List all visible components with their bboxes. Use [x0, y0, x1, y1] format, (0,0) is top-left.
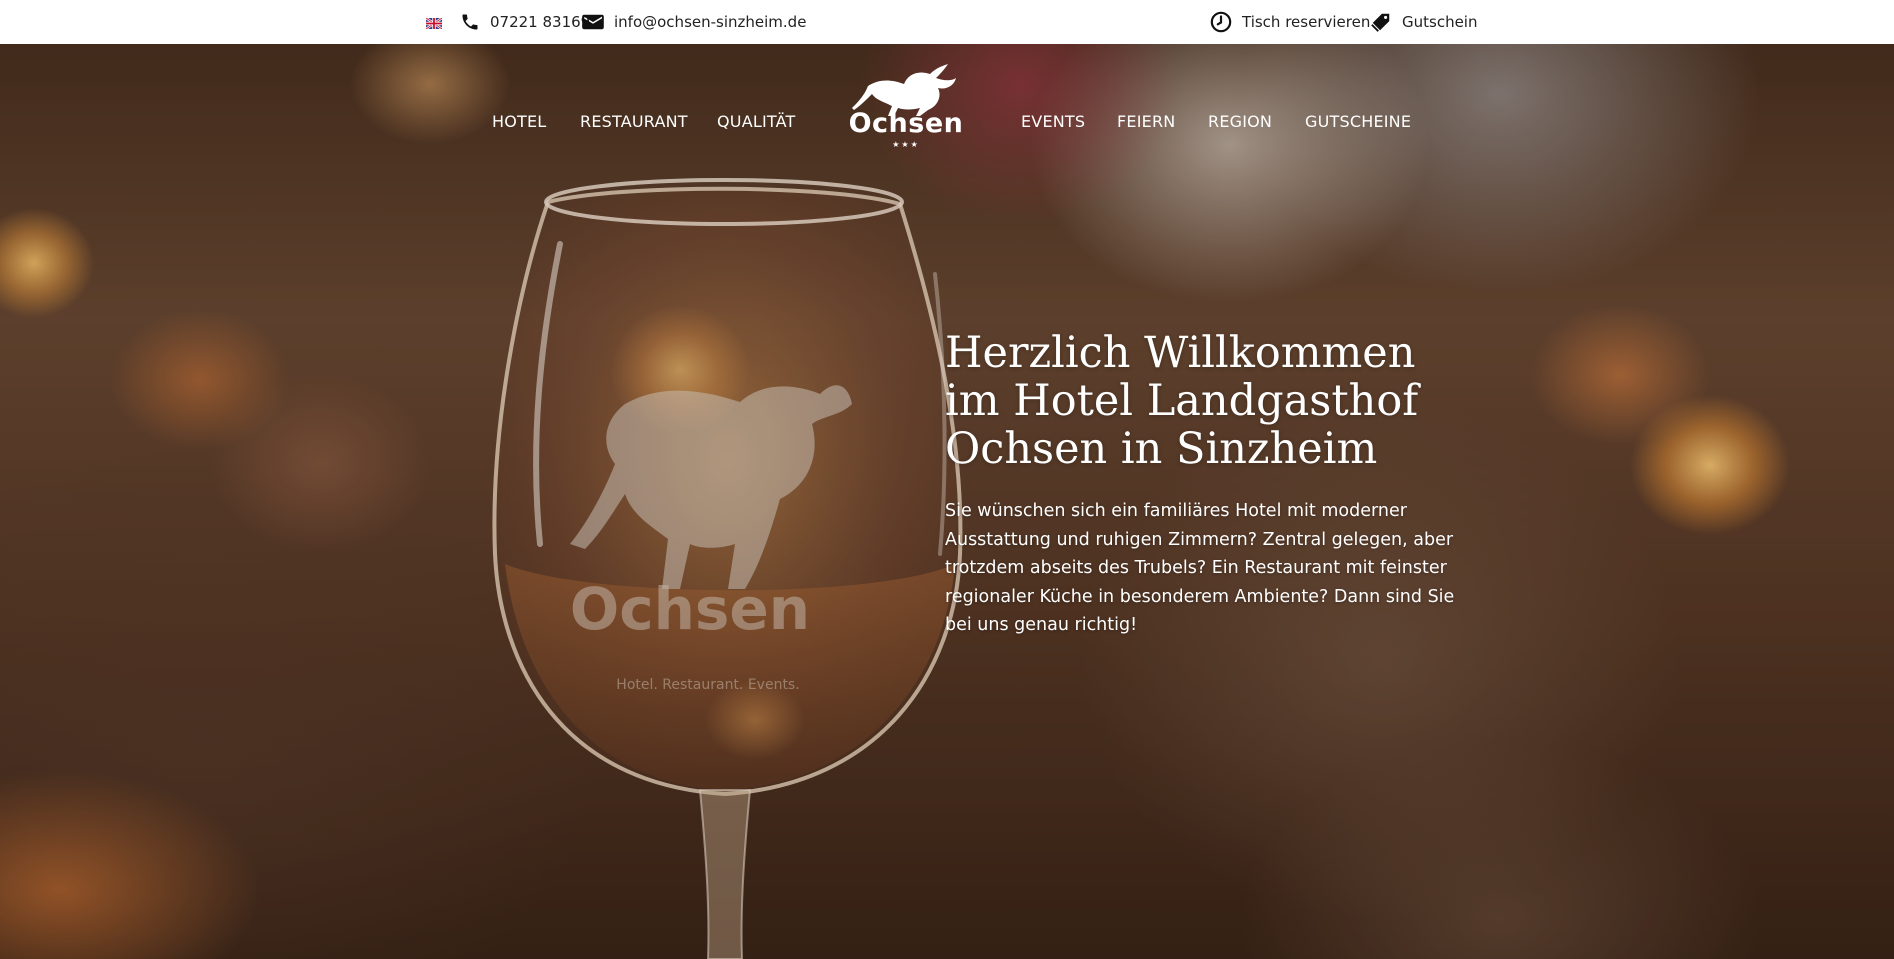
nav-region[interactable]: REGION: [1208, 110, 1272, 134]
phone-number: 07221 83169: [490, 13, 591, 31]
voucher-link[interactable]: Gutschein: [1370, 0, 1477, 44]
nav-gutscheine[interactable]: GUTSCHEINE: [1305, 110, 1411, 134]
intro-text: Sie wünschen sich ein familiäres Hotel m…: [945, 501, 1455, 635]
nav-qualitaet[interactable]: QUALITÄT: [717, 110, 796, 134]
top-bar: 07221 83169 info@ochsen-sinzheim.de Tisc…: [0, 0, 1894, 44]
reserve-table-label: Tisch reservieren: [1242, 13, 1371, 31]
tag-icon: [1370, 11, 1392, 33]
clock-icon: [1210, 11, 1232, 33]
voucher-label: Gutschein: [1402, 13, 1478, 31]
mail-icon: [582, 13, 604, 31]
nav-events[interactable]: EVENTS: [1021, 110, 1085, 134]
reserve-table-link[interactable]: Tisch reservieren: [1210, 0, 1370, 44]
logo-stars: ★★★: [892, 140, 920, 149]
ochsen-logo[interactable]: Ochsen ★★★: [846, 60, 966, 166]
phone-icon: [460, 12, 480, 32]
page-title: Herzlich Willkommen im Hotel Landgasthof…: [945, 328, 1419, 474]
phone-link[interactable]: 07221 83169: [460, 0, 590, 44]
nav-feiern[interactable]: FEIERN: [1117, 110, 1175, 134]
nav-restaurant[interactable]: RESTAURANT: [580, 110, 688, 134]
email-address: info@ochsen-sinzheim.de: [614, 13, 807, 31]
uk-flag-icon[interactable]: [425, 15, 443, 30]
nav-hotel[interactable]: HOTEL: [492, 110, 546, 134]
logo-wordmark: Ochsen: [848, 108, 964, 139]
hero-section: Ochsen Hotel. Restaurant. Events. HOTEL …: [0, 44, 1894, 959]
email-link[interactable]: info@ochsen-sinzheim.de: [582, 0, 806, 44]
